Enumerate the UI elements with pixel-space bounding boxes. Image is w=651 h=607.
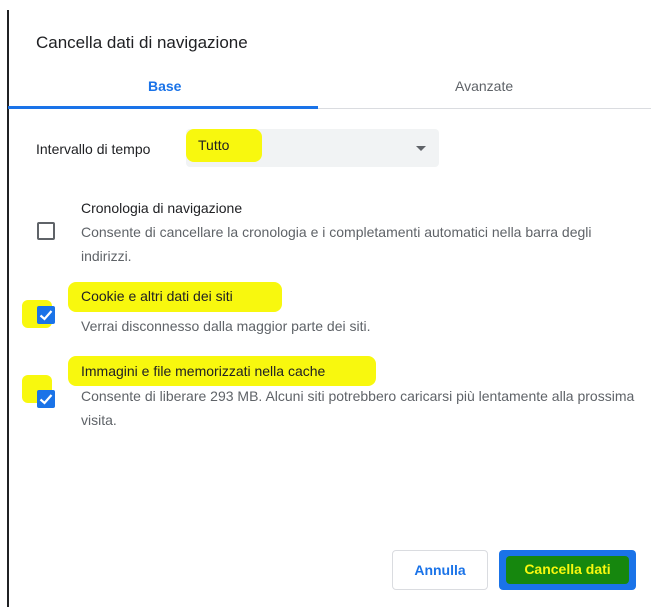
item-title-cookies: Cookie e altri dati dei siti bbox=[81, 288, 233, 304]
caret-down-icon bbox=[416, 146, 426, 151]
checkbox-browsing-history[interactable] bbox=[37, 222, 55, 240]
item-title-cache: Immagini e file memorizzati nella cache bbox=[81, 363, 326, 379]
checkbox-cache[interactable] bbox=[37, 390, 55, 408]
clear-data-button[interactable]: Cancella dati bbox=[499, 550, 636, 590]
item-desc-cookies: Verrai disconnesso dalla maggior parte d… bbox=[81, 318, 371, 334]
tab-base[interactable]: Base bbox=[148, 78, 181, 94]
clear-data-button-label: Cancella dati bbox=[524, 561, 611, 577]
time-range-label: Intervallo di tempo bbox=[36, 141, 151, 157]
tab-advanced[interactable]: Avanzate bbox=[455, 78, 513, 94]
clear-browsing-data-dialog: Cancella dati di navigazione Base Avanza… bbox=[0, 0, 651, 607]
checkmark-icon bbox=[39, 310, 53, 321]
dialog-title: Cancella dati di navigazione bbox=[36, 33, 248, 52]
item-desc-browsing-history: Consente di cancellare la cronologia e i… bbox=[81, 224, 592, 264]
time-range-select[interactable]: Tutto bbox=[186, 129, 439, 167]
item-desc-cache: Consente di liberare 293 MB. Alcuni siti… bbox=[81, 388, 635, 428]
item-title-browsing-history: Cronologia di navigazione bbox=[81, 200, 243, 216]
checkbox-cookies[interactable] bbox=[37, 306, 55, 324]
active-tab-indicator bbox=[8, 106, 318, 109]
cancel-button[interactable]: Annulla bbox=[392, 550, 488, 590]
time-range-value: Tutto bbox=[186, 129, 262, 162]
checkmark-icon bbox=[39, 394, 53, 405]
dialog-left-edge bbox=[7, 10, 9, 607]
